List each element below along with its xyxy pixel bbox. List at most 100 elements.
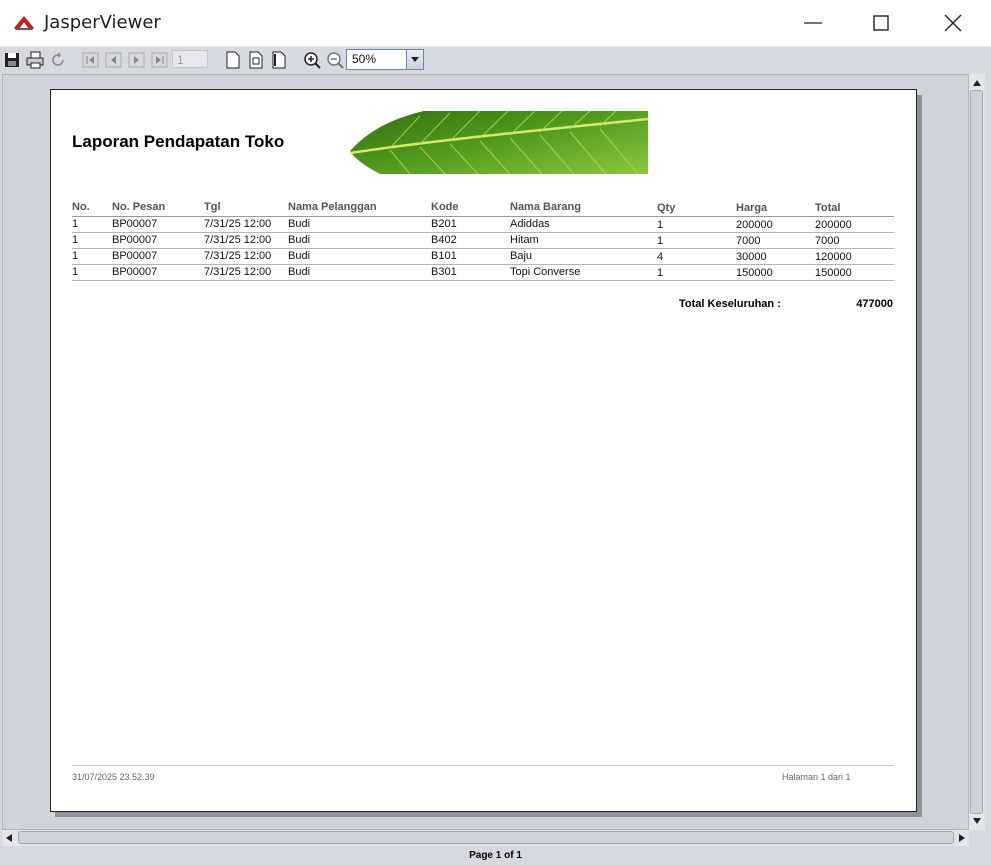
save-button[interactable] xyxy=(2,50,22,70)
cell: BP00007 xyxy=(112,234,158,246)
fit-page-button[interactable] xyxy=(246,50,266,70)
scroll-down-icon[interactable] xyxy=(969,814,985,828)
page-number-input[interactable]: 1 xyxy=(172,50,208,68)
close-icon xyxy=(944,14,962,32)
first-page-icon xyxy=(82,52,99,68)
cell: B201 xyxy=(431,218,457,230)
zoom-out-button[interactable] xyxy=(325,50,345,70)
fit-page-icon xyxy=(249,51,263,69)
table-row: 1 BP00007 7/31/25 12:00 Budi B402 Hitam … xyxy=(72,233,894,249)
chevron-down-icon xyxy=(411,57,419,62)
cell: 7/31/25 12:00 xyxy=(204,234,272,246)
next-page-icon xyxy=(128,52,145,68)
cell: B101 xyxy=(431,250,457,262)
previous-page-button[interactable] xyxy=(104,50,124,70)
table-row: 1 BP00007 7/31/25 12:00 Budi B201 Adidda… xyxy=(72,217,894,233)
cell: Budi xyxy=(288,266,311,278)
cell: B402 xyxy=(431,234,457,246)
cell: 30000 xyxy=(736,251,767,263)
cell: BP00007 xyxy=(112,266,158,278)
cell: 7000 xyxy=(736,235,761,247)
cell: Budi xyxy=(288,234,311,246)
scroll-right-icon[interactable] xyxy=(953,831,969,845)
footer-date: 31/07/2025 23.52.39 xyxy=(72,772,155,782)
cell: 1 xyxy=(72,218,79,230)
zoom-value: 50% xyxy=(352,52,377,66)
reload-button[interactable] xyxy=(48,50,68,70)
vertical-scroll-thumb[interactable] xyxy=(970,90,983,814)
maximize-button[interactable] xyxy=(858,0,904,46)
last-page-icon xyxy=(151,52,168,68)
column-header: Total xyxy=(815,202,841,214)
print-button[interactable] xyxy=(25,50,45,70)
footer-divider xyxy=(72,765,894,766)
vertical-scrollbar[interactable] xyxy=(969,74,985,830)
report-page: Laporan Pendapatan Toko No. No. Pesan Tg… xyxy=(50,89,917,812)
cell: Adiddas xyxy=(510,218,550,230)
column-header: Harga xyxy=(736,202,768,214)
footer-page-number: Halaman 1 dari 1 xyxy=(782,772,851,782)
reload-icon xyxy=(52,52,64,66)
print-icon xyxy=(26,51,44,69)
table-row: 1 BP00007 7/31/25 12:00 Budi B301 Topi C… xyxy=(72,265,894,281)
cell: B301 xyxy=(431,266,457,278)
zoom-select[interactable]: 50% xyxy=(346,49,424,70)
zoom-in-button[interactable] xyxy=(302,50,322,70)
scroll-left-icon[interactable] xyxy=(2,831,18,845)
column-header: Qty xyxy=(657,202,676,214)
cell: 1 xyxy=(657,235,664,247)
cell: 7/31/25 12:00 xyxy=(204,218,272,230)
maximize-icon xyxy=(873,15,889,31)
report-table: No. No. Pesan Tgl Nama Pelanggan Kode Na… xyxy=(72,200,894,281)
horizontal-scrollbar[interactable] xyxy=(2,830,969,846)
column-header: Kode xyxy=(431,201,459,213)
scroll-up-icon[interactable] xyxy=(969,76,985,90)
next-page-button[interactable] xyxy=(127,50,147,70)
cell: 150000 xyxy=(736,267,773,279)
cell: 1 xyxy=(657,267,664,279)
table-row: 1 BP00007 7/31/25 12:00 Budi B101 Baju 4… xyxy=(72,249,894,265)
cell: BP00007 xyxy=(112,250,158,262)
cell: 120000 xyxy=(815,251,852,263)
leaf-image xyxy=(350,111,648,174)
window-title: JasperViewer xyxy=(44,12,161,33)
cell: Hitam xyxy=(510,234,539,246)
cell: 4 xyxy=(657,251,664,263)
title-bar: JasperViewer xyxy=(0,0,991,47)
cell: 200000 xyxy=(736,219,773,231)
column-header: Nama Pelanggan xyxy=(288,201,377,213)
cell: BP00007 xyxy=(112,218,158,230)
save-icon xyxy=(5,53,19,67)
horizontal-scroll-thumb[interactable] xyxy=(18,831,954,844)
zoom-out-icon xyxy=(327,52,344,69)
minimize-icon xyxy=(804,22,822,24)
column-header: No. Pesan xyxy=(112,201,166,213)
cell: 1 xyxy=(72,266,79,278)
minimize-button[interactable] xyxy=(790,0,836,46)
cell: Topi Converse xyxy=(510,266,581,278)
actual-size-button[interactable] xyxy=(223,50,243,70)
total-label: Total Keseluruhan : xyxy=(679,298,781,310)
fit-width-icon xyxy=(272,51,286,69)
cell: Budi xyxy=(288,218,311,230)
cell: Budi xyxy=(288,250,311,262)
column-header: Tgl xyxy=(204,201,221,213)
cell: 1 xyxy=(72,234,79,246)
cell: 7/31/25 12:00 xyxy=(204,250,272,262)
fit-width-button[interactable] xyxy=(269,50,289,70)
report-title: Laporan Pendapatan Toko xyxy=(72,132,285,151)
cell: 7000 xyxy=(815,235,840,247)
page-indicator: Page 1 of 1 xyxy=(469,850,522,861)
zoom-dropdown-button[interactable] xyxy=(406,50,423,69)
table-header: No. No. Pesan Tgl Nama Pelanggan Kode Na… xyxy=(72,200,894,217)
actual-size-icon xyxy=(226,51,240,69)
last-page-button[interactable] xyxy=(150,50,170,70)
cell: 1 xyxy=(657,219,664,231)
cell: 200000 xyxy=(815,219,852,231)
first-page-button[interactable] xyxy=(81,50,101,70)
cell: 7/31/25 12:00 xyxy=(204,266,272,278)
close-button[interactable] xyxy=(930,0,976,46)
jasper-logo-icon xyxy=(14,16,34,30)
zoom-in-icon xyxy=(304,52,321,69)
column-header: No. xyxy=(72,201,90,213)
